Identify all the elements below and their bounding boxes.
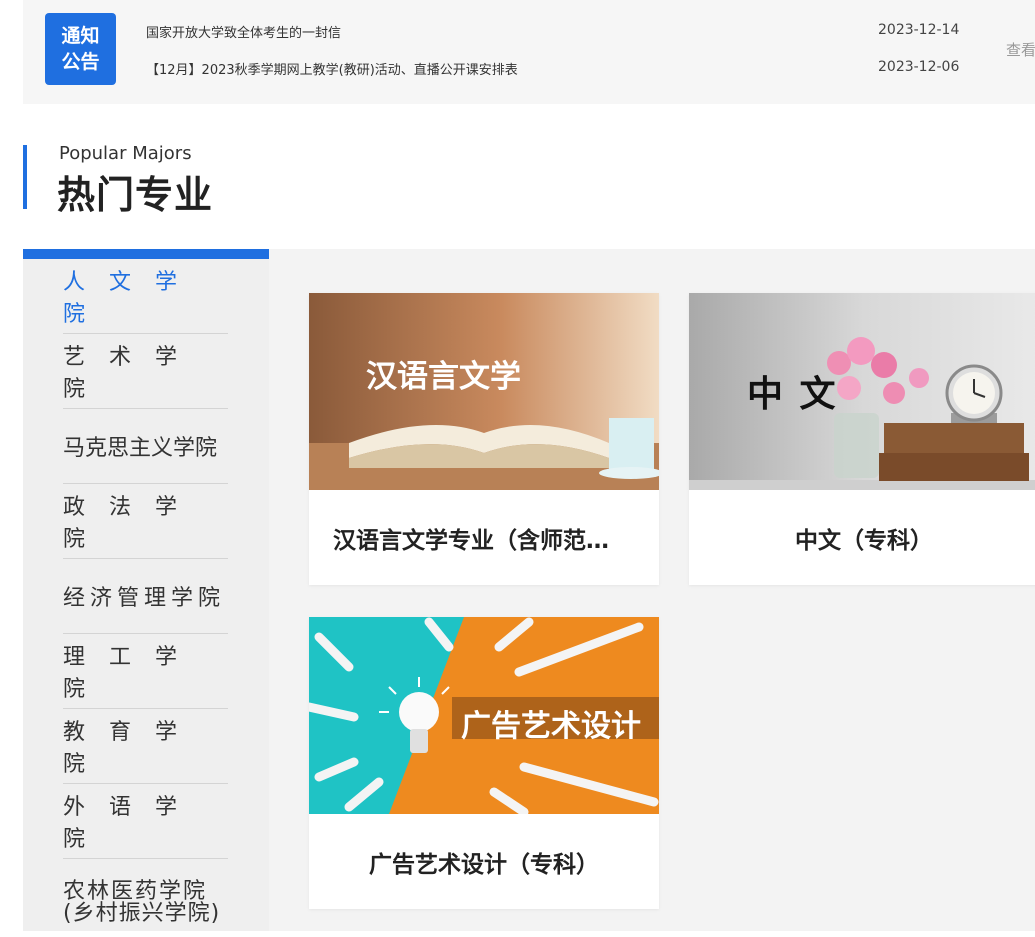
sidebar-item-sublabel: (乡村振兴学院) [63,901,221,926]
sidebar-item-agriculture-medicine[interactable]: 农林医药学院 (乡村振兴学院) [63,877,228,937]
notice-item-title[interactable]: 国家开放大学致全体考生的一封信 [146,22,341,41]
notice-item-title[interactable]: 【12月】2023秋季学期网上教学(教研)活动、直播公开课安排表 [146,59,518,78]
flower-books-photo [689,293,1035,490]
section-title-en: Popular Majors [59,143,192,164]
majors-region: 人文学院 艺术学院 马克思主义学院 政法学院 经济管理学院 理工学院 教育学院 … [23,249,1035,931]
sidebar-item-economics[interactable]: 经济管理学院 [63,559,228,634]
sidebar-item-label: 外语学院 [63,795,202,852]
section-accent-bar [23,145,27,209]
notice-badge-line2: 公告 [61,51,100,73]
major-card-image: 广告艺术设计 [309,617,659,814]
sidebar-item-education[interactable]: 教育学院 [63,709,228,784]
sidebar-item-label: 农林医药学院 [63,879,208,904]
sidebar-item-humanities[interactable]: 人文学院 [63,259,228,334]
sidebar-item-marxism[interactable]: 马克思主义学院 [63,409,228,484]
major-card-title: 广告艺术设计（专科） [369,851,599,878]
sidebar-item-arts[interactable]: 艺术学院 [63,334,228,409]
sidebar-item-label: 经济管理学院 [63,586,226,611]
sidebar-item-science-engineering[interactable]: 理工学院 [63,634,228,709]
notice-badge-line1: 通知 [61,25,100,47]
college-sidebar: 人文学院 艺术学院 马克思主义学院 政法学院 经济管理学院 理工学院 教育学院 … [23,249,269,931]
view-more-link[interactable]: 查看更多 [1006,39,1035,60]
major-card-image-text: 汉语言文学 [366,359,521,395]
notice-item-date: 2023-12-06 [878,59,960,75]
sidebar-item-label: 马克思主义学院 [63,436,218,461]
major-card-image-text: 中 文 [747,374,838,415]
major-card[interactable]: 汉语言文学 汉语言文学专业（含师范… [309,293,659,585]
major-card-image: 汉语言文学 [309,293,659,490]
major-card-title: 中文（专科） [795,527,933,554]
major-card[interactable]: 广告艺术设计 广告艺术设计（专科） [309,617,659,909]
sidebar-item-label: 政法学院 [63,495,202,552]
section-title: 热门专业 [57,173,214,217]
sidebar-item-label: 人文学院 [63,270,202,327]
major-card[interactable]: 中 文 中文（专科） [689,293,1035,585]
sidebar-item-label: 教育学院 [63,720,202,777]
sidebar-item-foreign-languages[interactable]: 外语学院 [63,784,228,859]
major-card-image: 中 文 [689,293,1035,490]
sidebar-item-label: 艺术学院 [63,345,202,402]
sidebar-item-label: 理工学院 [63,645,202,702]
notice-item-date: 2023-12-14 [878,22,960,38]
sidebar-item-law[interactable]: 政法学院 [63,484,228,559]
notice-bar: 通知 公告 国家开放大学致全体考生的一封信 2023-12-14 【12月】20… [23,0,1035,104]
major-card-title: 汉语言文学专业（含师范… [333,527,609,554]
majors-grid: 汉语言文学 汉语言文学专业（含师范… 中 文 中文（专科） 广告艺术设计 广告艺… [269,249,1035,931]
notice-badge: 通知 公告 [45,13,116,85]
major-card-image-text: 广告艺术设计 [461,709,641,744]
